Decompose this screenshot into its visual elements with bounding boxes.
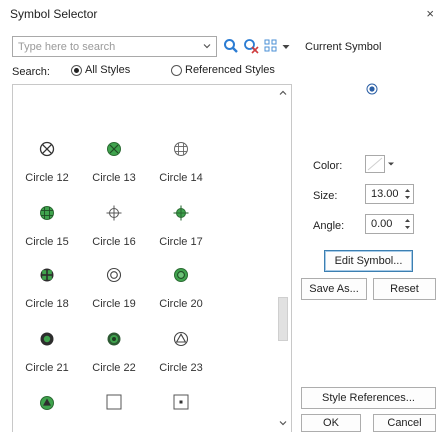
square-outline-icon: [106, 394, 122, 410]
radio-referenced-styles[interactable]: Referenced Styles: [171, 64, 275, 76]
angle-spinner[interactable]: 0.00: [365, 214, 414, 234]
circle-double-ring-icon: [106, 267, 122, 283]
square-dot-icon: [173, 394, 189, 410]
spin-up-icon[interactable]: [404, 217, 411, 224]
size-value[interactable]: 13.00: [366, 188, 402, 200]
circle-quad-green-icon: [40, 268, 54, 282]
circle-x-green-icon: [107, 142, 121, 156]
no-color-icon: [367, 157, 383, 171]
color-label: Color:: [313, 160, 343, 172]
symbol-label: Circle 23: [159, 362, 203, 374]
circle-grid-green-icon: [40, 206, 54, 220]
window-title: Symbol Selector: [10, 7, 98, 21]
symbol-item-circle-18[interactable]: Circle 18: [14, 267, 80, 310]
chevron-down-icon[interactable]: [201, 40, 213, 52]
circle-x-icon: [39, 141, 55, 157]
color-picker[interactable]: [365, 155, 395, 173]
symbol-item-square-outline[interactable]: [81, 394, 147, 410]
symbol-item-circle-22[interactable]: Circle 22: [81, 331, 147, 374]
symbol-label: Circle 22: [92, 362, 136, 374]
radio-all-styles[interactable]: All Styles: [71, 64, 130, 76]
symbol-item-circle-20[interactable]: Circle 20: [148, 267, 214, 310]
radio-label: All Styles: [85, 64, 131, 76]
clear-search-icon[interactable]: [242, 37, 260, 55]
search-scope-label: Search:: [12, 66, 50, 78]
symbol-item-circle-19[interactable]: Circle 19: [81, 267, 147, 310]
circle-ring-dark-icon: [107, 332, 121, 346]
symbol-grid: Circle 12 Circle 13 Circle 14 Circle 15 …: [13, 85, 275, 432]
symbol-label: Circle 18: [25, 298, 69, 310]
symbol-label: Circle 15: [25, 236, 69, 248]
spin-up-icon[interactable]: [404, 187, 411, 194]
circle-crosshair-green-icon: [173, 205, 189, 221]
symbol-item-circle-12[interactable]: Circle 12: [14, 141, 80, 184]
scroll-thumb[interactable]: [278, 297, 288, 341]
search-icon[interactable]: [222, 37, 240, 55]
radio-indicator[interactable]: [71, 64, 82, 76]
symbol-label: Circle 17: [159, 236, 203, 248]
circle-crosshair-icon: [106, 205, 122, 221]
edit-symbol-button[interactable]: Edit Symbol...: [324, 250, 413, 272]
current-symbol-heading: Current Symbol: [305, 41, 382, 53]
radio-label: Referenced Styles: [185, 64, 275, 76]
symbol-item-circle-21[interactable]: Circle 21: [14, 331, 80, 374]
close-icon[interactable]: ×: [426, 6, 434, 21]
view-options-icon[interactable]: [262, 37, 280, 55]
circle-green-ring-icon: [174, 268, 188, 282]
circle-triangle-icon: [173, 331, 189, 347]
symbol-label: Circle 14: [159, 172, 203, 184]
spinner-arrows[interactable]: [402, 215, 413, 233]
symbol-item-circle-24[interactable]: [14, 395, 80, 411]
symbol-label: Circle 16: [92, 236, 136, 248]
symbol-label: Circle 19: [92, 298, 136, 310]
symbol-item-circle-13[interactable]: Circle 13: [81, 141, 147, 184]
spinner-arrows[interactable]: [402, 185, 413, 203]
symbol-gallery[interactable]: Circle 12 Circle 13 Circle 14 Circle 15 …: [12, 84, 292, 432]
symbol-item-circle-14[interactable]: Circle 14: [148, 141, 214, 184]
search-input[interactable]: [13, 37, 193, 56]
circle-dot-green-icon: [40, 332, 54, 346]
circle-triangle-green-icon: [40, 396, 54, 410]
symbol-item-circle-16[interactable]: Circle 16: [81, 205, 147, 248]
symbol-label: Circle 21: [25, 362, 69, 374]
symbol-item-circle-23[interactable]: Circle 23: [148, 331, 214, 374]
spin-down-icon[interactable]: [404, 224, 411, 231]
view-dropdown-chevron-icon[interactable]: [281, 42, 291, 52]
search-combobox[interactable]: [12, 36, 217, 57]
chevron-down-icon: [279, 421, 287, 426]
symbol-item-square-dot[interactable]: [148, 394, 214, 410]
symbol-label: Circle 13: [92, 172, 136, 184]
size-label: Size:: [313, 190, 338, 202]
style-references-button[interactable]: Style References...: [301, 387, 436, 409]
symbol-label: Circle 20: [159, 298, 203, 310]
ok-button[interactable]: OK: [301, 414, 361, 432]
gallery-scrollbar[interactable]: [275, 85, 291, 432]
angle-label: Angle:: [313, 220, 345, 232]
cancel-button[interactable]: Cancel: [373, 414, 436, 432]
color-swatch[interactable]: [365, 155, 385, 173]
radio-indicator[interactable]: [171, 64, 182, 76]
angle-value[interactable]: 0.00: [366, 218, 402, 230]
symbol-label: Circle 12: [25, 172, 69, 184]
symbol-item-circle-17[interactable]: Circle 17: [148, 205, 214, 248]
circle-grid-icon: [174, 142, 188, 156]
chevron-up-icon: [279, 90, 287, 95]
spin-down-icon[interactable]: [404, 194, 411, 201]
reset-button[interactable]: Reset: [373, 278, 436, 300]
size-spinner[interactable]: 13.00: [365, 184, 414, 204]
current-symbol-preview: [366, 83, 378, 95]
symbol-item-circle-15[interactable]: Circle 15: [14, 205, 80, 248]
scroll-up-button[interactable]: [275, 85, 291, 101]
save-as-button[interactable]: Save As...: [301, 278, 367, 300]
chevron-down-icon[interactable]: [387, 160, 395, 168]
scroll-down-button[interactable]: [275, 415, 291, 431]
